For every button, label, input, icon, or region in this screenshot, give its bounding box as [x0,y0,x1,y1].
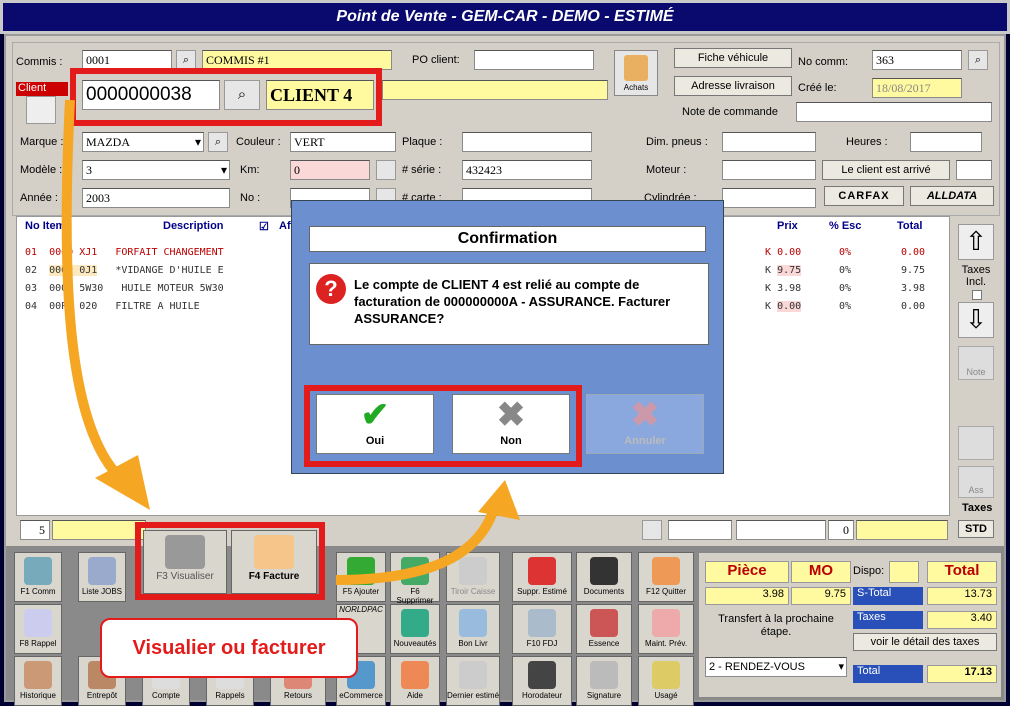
check-icon: ✔ [360,396,390,434]
annotation-callout: Visualier ou facturer [100,618,358,678]
arrow-up-head [478,480,520,520]
dialog-title: Confirmation [309,226,706,252]
x-disabled-icon: ✖ [630,396,660,434]
arrow-up-path [335,503,500,585]
oui-label: Oui [365,435,385,447]
annuler-label: Annuler [624,435,666,447]
dialog-body: ? Le compte de CLIENT 4 est relié au com… [309,263,709,345]
oui-button[interactable]: ✔ Oui [316,394,434,454]
question-icon: ? [316,274,346,304]
x-gray-icon: ✖ [496,396,526,434]
dialog-message: Le compte de CLIENT 4 est relié au compt… [354,277,671,326]
non-label: Non [500,435,522,447]
confirmation-dialog: Confirmation ? Le compte de CLIENT 4 est… [291,200,724,474]
arrow-down-path [61,99,132,489]
annuler-button[interactable]: ✖ Annuler [586,394,704,454]
non-button[interactable]: ✖ Non [452,394,570,454]
